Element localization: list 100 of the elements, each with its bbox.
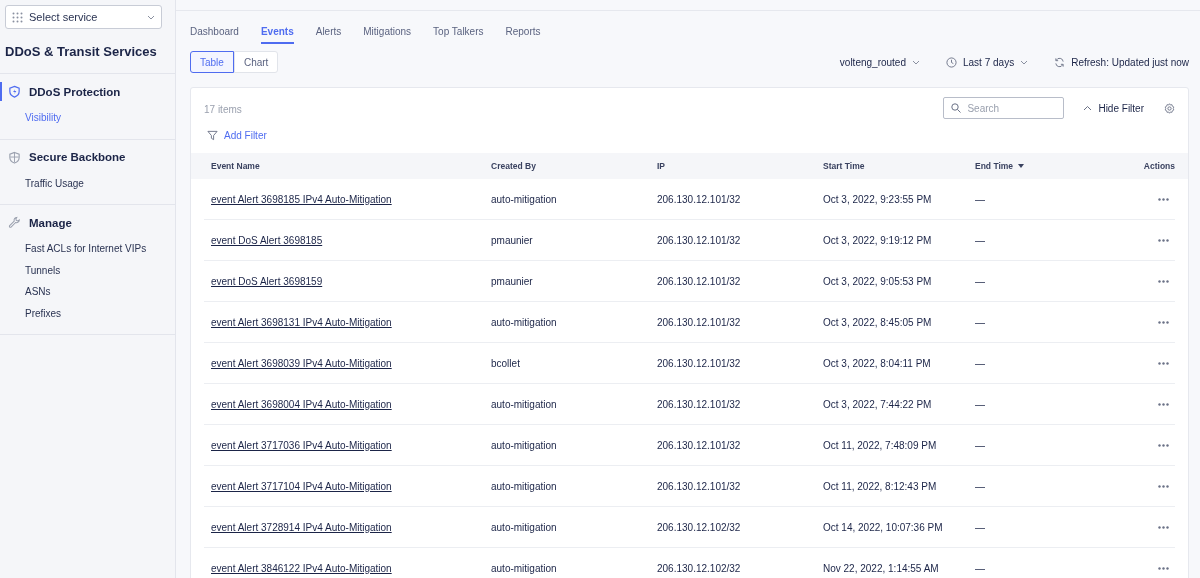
search-icon <box>951 103 962 113</box>
chevron-down-icon <box>912 59 920 65</box>
table-cell-text: 206.130.12.101/32 <box>657 275 742 287</box>
wrench-icon <box>8 216 21 229</box>
table-cell-text: auto-mitigation <box>491 398 558 410</box>
table-cell-text: — <box>975 234 986 246</box>
refresh-button[interactable]: Refresh: Updated just now <box>1054 56 1189 68</box>
column-header[interactable]: Created By <box>491 161 536 171</box>
shield-icon <box>8 150 21 164</box>
view-toggle[interactable]: Chart <box>233 51 279 73</box>
nav-group[interactable]: Manage <box>0 213 175 232</box>
table-cell-text: Oct 3, 2022, 8:45:05 PM <box>823 316 933 328</box>
table-cell-text: 206.130.12.101/32 <box>657 234 742 246</box>
more-icon[interactable] <box>1158 361 1169 365</box>
account-dropdown[interactable]: volteng_routed <box>839 56 920 68</box>
event-link[interactable]: event Alert 3698185 IPv4 Auto-Mitigation <box>211 193 392 205</box>
nav-item[interactable]: Traffic Usage <box>0 172 175 194</box>
table-cell-text: 206.130.12.102/32 <box>657 521 742 533</box>
service-select[interactable]: Select service <box>5 5 162 29</box>
table-cell-text: — <box>975 480 986 492</box>
chevron-up-icon <box>1083 105 1093 111</box>
more-icon[interactable] <box>1158 238 1169 242</box>
event-link[interactable]: event Alert 3698131 IPv4 Auto-Mitigation <box>211 316 392 328</box>
event-link[interactable]: event Alert 3717104 IPv4 Auto-Mitigation <box>211 480 392 492</box>
tab[interactable]: Alerts <box>315 26 342 44</box>
filter-icon <box>207 129 218 141</box>
chevron-down-icon <box>1020 59 1029 65</box>
more-icon[interactable] <box>1158 197 1169 201</box>
clock-icon <box>946 56 957 68</box>
tab[interactable]: Reports <box>505 26 541 44</box>
table-cell-text: Oct 3, 2022, 7:44:22 PM <box>823 398 933 410</box>
settings-icon[interactable] <box>1164 102 1175 114</box>
refresh-icon <box>1054 56 1066 68</box>
column-header[interactable]: End Time <box>975 161 1025 171</box>
table-cell-text: Oct 3, 2022, 9:23:55 PM <box>823 193 933 205</box>
table-cell-text: bcollet <box>491 357 521 369</box>
table-cell-text: pmaunier <box>491 275 534 287</box>
nav-item[interactable]: ASNs <box>0 281 175 303</box>
time-range-dropdown[interactable]: Last 7 days <box>946 56 1029 68</box>
more-icon[interactable] <box>1158 566 1169 570</box>
tab[interactable]: Events <box>260 26 294 44</box>
table-cell-text: — <box>975 521 986 533</box>
event-link[interactable]: event DoS Alert 3698159 <box>211 275 323 287</box>
table-cell-text: auto-mitigation <box>491 521 558 533</box>
tab[interactable]: Mitigations <box>363 26 412 44</box>
nav-item[interactable]: Fast ACLs for Internet VIPs <box>0 238 175 260</box>
chevron-down-icon <box>147 14 155 20</box>
table-cell-text: Oct 11, 2022, 7:48:09 PM <box>823 439 938 451</box>
nav-item[interactable]: Visibility <box>0 107 175 129</box>
section-title: DDoS & Transit Services <box>5 44 158 59</box>
event-link[interactable]: event Alert 3728914 IPv4 Auto-Mitigation <box>211 521 392 533</box>
table-cell-text: Oct 3, 2022, 9:19:12 PM <box>823 234 933 246</box>
table-cell-text: — <box>975 316 986 328</box>
table-cell-text: — <box>975 275 986 287</box>
table-cell-text: auto-mitigation <box>491 480 558 492</box>
table-cell-text: Oct 14, 2022, 10:07:36 PM <box>823 521 944 533</box>
nav-item[interactable]: Prefixes <box>0 302 175 324</box>
nav-item[interactable]: Tunnels <box>0 259 175 281</box>
event-link[interactable]: event Alert 3698039 IPv4 Auto-Mitigation <box>211 357 392 369</box>
event-link[interactable]: event DoS Alert 3698185 <box>211 234 323 246</box>
table-cell-text: Nov 22, 2022, 1:14:55 AM <box>823 562 940 574</box>
event-link[interactable]: event Alert 3717036 IPv4 Auto-Mitigation <box>211 439 392 451</box>
table-cell-text: 206.130.12.101/32 <box>657 480 742 492</box>
column-header[interactable]: Actions <box>1143 161 1175 171</box>
tab[interactable]: Top Talkers <box>433 26 484 44</box>
table-cell-text: auto-mitigation <box>491 439 558 451</box>
table-cell-text: 206.130.12.101/32 <box>657 439 742 451</box>
table-cell-text: 206.130.12.101/32 <box>657 316 742 328</box>
column-header[interactable]: IP <box>657 161 666 171</box>
table-cell-text: 206.130.12.101/32 <box>657 357 742 369</box>
table-cell-text: — <box>975 357 986 369</box>
more-icon[interactable] <box>1158 279 1169 283</box>
nav-group[interactable]: Secure Backbone <box>0 147 175 167</box>
add-filter-button[interactable]: Add Filter <box>207 127 267 143</box>
table-cell-text: Oct 3, 2022, 9:05:53 PM <box>823 275 933 287</box>
more-icon[interactable] <box>1158 484 1169 488</box>
more-icon[interactable] <box>1158 402 1169 406</box>
table-cell-text: 206.130.12.101/32 <box>657 193 742 205</box>
item-count: 17 items <box>204 103 243 115</box>
grid-icon <box>12 11 23 23</box>
event-link[interactable]: event Alert 3698004 IPv4 Auto-Mitigation <box>211 398 392 410</box>
tab[interactable]: Dashboard <box>190 26 239 44</box>
sort-icon[interactable] <box>1018 164 1025 168</box>
shield-icon <box>8 85 21 98</box>
more-icon[interactable] <box>1158 443 1169 447</box>
table-cell-text: auto-mitigation <box>491 316 558 328</box>
table-cell-text: Oct 3, 2022, 8:04:11 PM <box>823 357 932 369</box>
more-icon[interactable] <box>1158 320 1169 324</box>
view-toggle[interactable]: Table <box>190 51 234 73</box>
nav-group[interactable]: DDoS Protection <box>0 82 175 101</box>
hide-filter-button[interactable]: Hide Filter <box>1083 102 1144 114</box>
column-header[interactable]: Event Name <box>211 161 260 171</box>
table-cell-text: 206.130.12.102/32 <box>657 562 742 574</box>
table-cell-text: Oct 11, 2022, 8:12:43 PM <box>823 480 938 492</box>
table-cell-text: auto-mitigation <box>491 562 558 574</box>
table-cell-text: — <box>975 193 986 205</box>
event-link[interactable]: event Alert 3846122 IPv4 Auto-Mitigation <box>211 562 392 574</box>
more-icon[interactable] <box>1158 525 1169 529</box>
table-cell-text: 206.130.12.101/32 <box>657 398 742 410</box>
column-header[interactable]: Start Time <box>823 161 865 171</box>
